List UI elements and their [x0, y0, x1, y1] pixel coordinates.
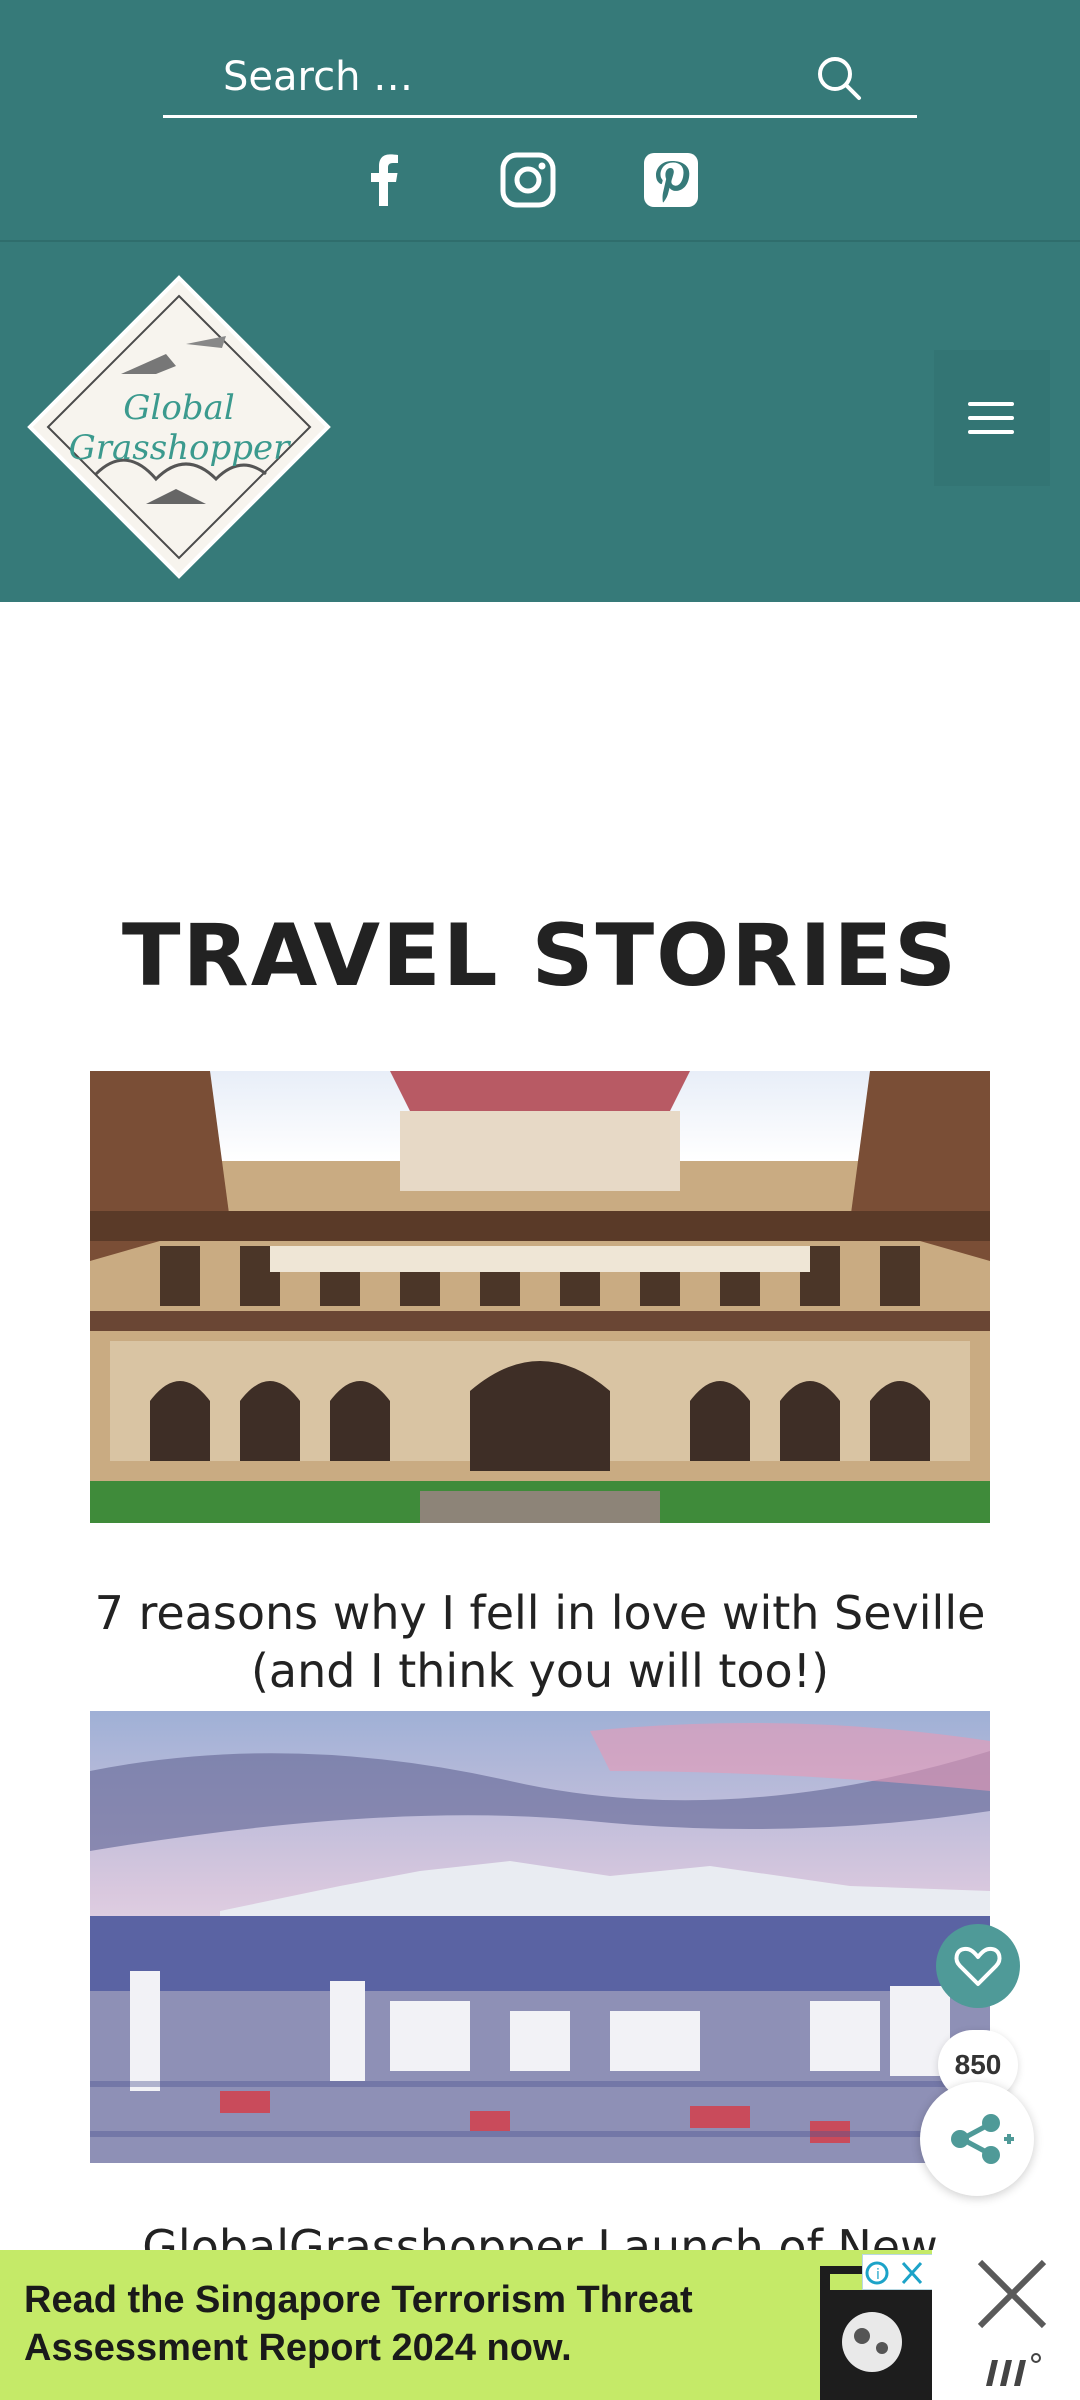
menu-button[interactable]: [934, 350, 1050, 486]
svg-text:i: i: [876, 2267, 880, 2283]
post-title-link[interactable]: 7 reasons why I fell in love with Sevill…: [90, 1584, 990, 1700]
share-button[interactable]: [920, 2082, 1034, 2196]
ad-banner[interactable]: Read the Singapore Terrorism Threat Asse…: [0, 2250, 1080, 2400]
pinterest-icon[interactable]: [641, 150, 701, 210]
post-image-reykjavik[interactable]: [90, 1711, 990, 2163]
instagram-icon[interactable]: [498, 150, 558, 210]
heart-icon: [954, 1946, 1002, 1986]
search-input[interactable]: Search …: [223, 54, 413, 100]
site-logo[interactable]: Global Grasshopper: [26, 274, 332, 580]
ad-choices-icon[interactable]: i: [862, 2254, 934, 2290]
close-icon[interactable]: [972, 2254, 1052, 2334]
site-header: Global Grasshopper: [0, 240, 1080, 602]
ad-close-area: [932, 2250, 1080, 2400]
search-form[interactable]: Search …: [163, 40, 917, 118]
page-title: TRAVEL STORIES: [121, 906, 959, 1006]
svg-text:Global: Global: [123, 388, 234, 428]
hamburger-icon: [968, 402, 1014, 406]
ad-network-logo-icon: [986, 2353, 1041, 2386]
post-image-seville[interactable]: [90, 1071, 990, 1523]
top-bar: Search …: [0, 0, 1080, 240]
svg-text:Grasshopper: Grasshopper: [69, 428, 292, 468]
ad-text[interactable]: Read the Singapore Terrorism Threat Asse…: [24, 2276, 804, 2372]
favorite-button[interactable]: [936, 1924, 1020, 2008]
search-icon[interactable]: [813, 52, 865, 104]
facebook-icon[interactable]: [355, 150, 415, 210]
share-icon: [951, 2114, 1014, 2164]
